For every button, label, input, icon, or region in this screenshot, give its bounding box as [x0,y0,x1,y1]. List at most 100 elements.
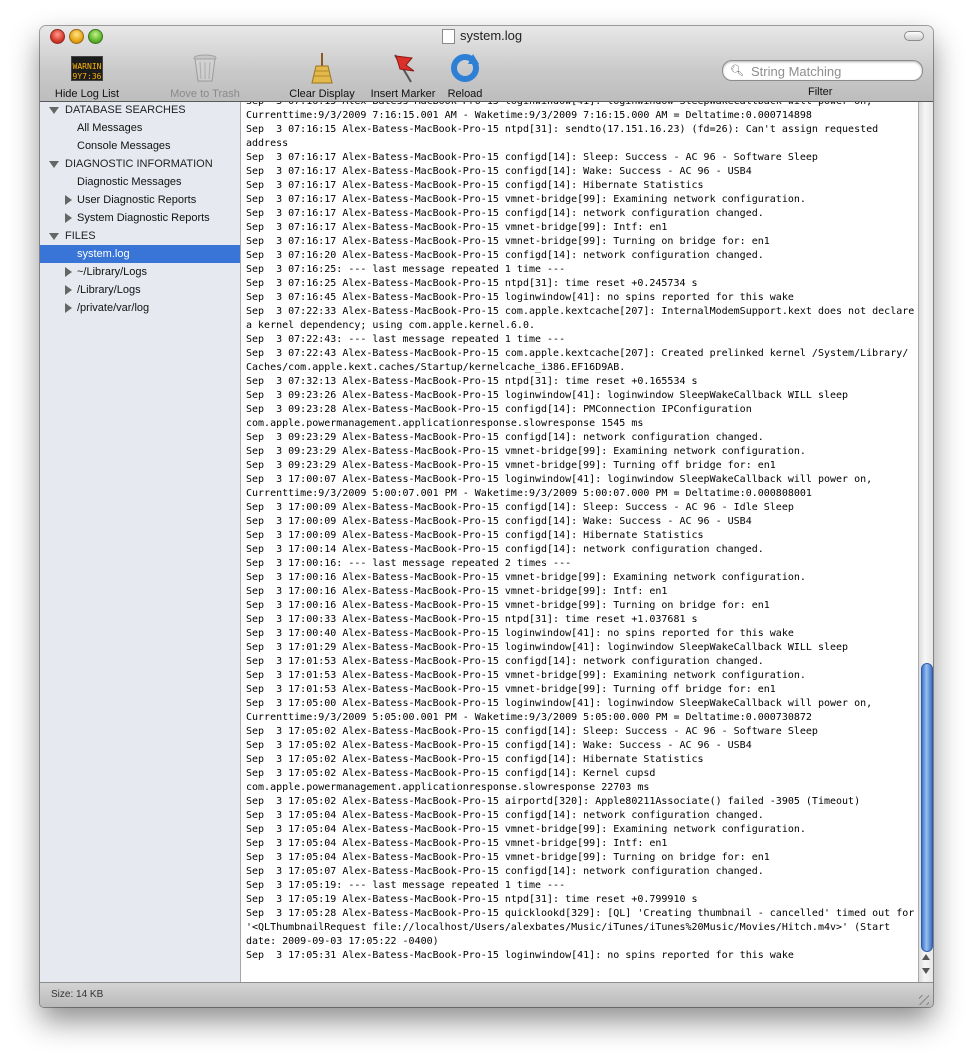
disclosure-down-icon[interactable] [49,106,59,114]
log-line: Sep 3 09:23:29 Alex-Batess-MacBook-Pro-1… [246,460,776,471]
zoom-window-button[interactable] [88,29,103,44]
log-line: Sep 3 17:05:19 Alex-Batess-MacBook-Pro-1… [246,894,698,905]
sidebar-item-library-logs[interactable]: /Library/Logs [40,281,240,299]
sidebar-item-label: User Diagnostic Reports [77,194,197,206]
log-line: Caches/com.apple.kext.caches/Startup/ker… [246,362,626,373]
log-line: Sep 3 07:22:43 Alex-Batess-MacBook-Pro-1… [246,348,909,359]
log-line: Sep 3 17:00:33 Alex-Batess-MacBook-Pro-1… [246,614,698,625]
log-line: Sep 3 17:05:02 Alex-Batess-MacBook-Pro-1… [246,796,861,807]
toolbar: system.log WARNIN 9Y7:36 Hide Log List M… [40,26,933,102]
scrollbar-thumb[interactable] [921,663,933,952]
log-line: Sep 3 07:16:20 Alex-Batess-MacBook-Pro-1… [246,250,764,261]
log-line: com.apple.powermanagement.applicationres… [246,418,644,429]
log-line: Sep 3 17:05:28 Alex-Batess-MacBook-Pro-1… [246,908,915,919]
log-line: Sep 3 17:05:02 Alex-Batess-MacBook-Pro-1… [246,726,818,737]
log-line: Sep 3 17:05:31 Alex-Batess-MacBook-Pro-1… [246,950,794,961]
log-line: Sep 3 17:05:02 Alex-Batess-MacBook-Pro-1… [246,740,752,751]
insert-marker-button[interactable]: Insert Marker [364,52,442,100]
sidebar-item-label: System Diagnostic Reports [77,212,210,224]
resize-grip-icon[interactable] [919,995,929,1005]
log-line: Sep 3 07:22:43: --- last message repeate… [246,334,566,345]
sidebar-item-system-diagnostic-reports[interactable]: System Diagnostic Reports [40,209,240,227]
sidebar-item-user-library-logs[interactable]: ~/Library/Logs [40,263,240,281]
log-line: Sep 3 17:00:16: --- last message repeate… [246,558,572,569]
vertical-scrollbar[interactable] [918,102,933,982]
log-line: Sep 3 17:00:09 Alex-Batess-MacBook-Pro-1… [246,530,704,541]
search-field[interactable]: 🔍︎ [722,60,923,81]
files-header: FILES [65,230,96,242]
log-line: Sep 3 17:05:00 Alex-Batess-MacBook-Pro-1… [246,698,873,709]
insert-marker-label: Insert Marker [370,88,436,100]
sidebar-item-label: /private/var/log [77,302,150,314]
files-group[interactable]: FILES [40,227,240,245]
log-line: Currenttime:9/3/2009 5:05:00.001 PM - Wa… [246,712,812,723]
log-line: Sep 3 17:00:14 Alex-Batess-MacBook-Pro-1… [246,544,764,555]
log-line: Sep 3 07:16:17 Alex-Batess-MacBook-Pro-1… [246,208,764,219]
database-searches-group[interactable]: DATABASE SEARCHES [40,101,240,119]
sidebar-item-label: Console Messages [77,140,171,152]
log-line: Sep 3 09:23:26 Alex-Batess-MacBook-Pro-1… [246,390,849,401]
log-line: Sep 3 07:16:15 Alex-Batess-MacBook-Pro-1… [241,102,918,109]
log-line: Sep 3 17:00:09 Alex-Batess-MacBook-Pro-1… [246,502,794,513]
log-line: Sep 3 07:16:25 Alex-Batess-MacBook-Pro-1… [246,278,698,289]
log-line: Sep 3 09:23:28 Alex-Batess-MacBook-Pro-1… [246,404,752,415]
sidebar-item-system-log[interactable]: system.log [40,245,240,263]
hide-log-list-button[interactable]: WARNIN 9Y7:36 Hide Log List [46,52,128,100]
sidebar-item-console-messages[interactable]: Console Messages [40,137,240,155]
disclosure-right-icon[interactable] [65,285,72,296]
scroll-up-arrow-icon[interactable] [922,954,930,960]
hide-log-list-label: Hide Log List [54,88,120,100]
scroll-down-arrow-icon[interactable] [922,968,930,974]
sidebar-item-diagnostic-messages[interactable]: Diagnostic Messages [40,173,240,191]
sidebar-item-label: /Library/Logs [77,284,141,296]
move-to-trash-label: Move to Trash [170,88,240,100]
log-line: Sep 3 17:00:40 Alex-Batess-MacBook-Pro-1… [246,628,794,639]
diagnostic-information-group[interactable]: DIAGNOSTIC INFORMATION [40,155,240,173]
warning-log-icon: WARNIN 9Y7:36 [71,56,103,81]
log-line: com.apple.powermanagement.applicationres… [246,782,650,793]
disclosure-right-icon[interactable] [65,267,72,278]
log-content-view[interactable]: Sep 3 07:16:15 Alex-Batess-MacBook-Pro-1… [241,102,918,982]
log-line: date: 2009-09-03 17:05:22 -0400) [246,936,439,947]
disclosure-right-icon[interactable] [65,195,72,206]
log-line: Sep 3 17:05:04 Alex-Batess-MacBook-Pro-1… [246,810,764,821]
log-line: Sep 3 07:16:17 Alex-Batess-MacBook-Pro-1… [246,194,806,205]
log-line: Sep 3 07:16:17 Alex-Batess-MacBook-Pro-1… [246,222,668,233]
log-line: Sep 3 17:05:04 Alex-Batess-MacBook-Pro-1… [246,852,770,863]
sidebar-item-user-diagnostic-reports[interactable]: User Diagnostic Reports [40,191,240,209]
toolbar-toggle-button[interactable] [904,31,924,41]
sidebar-item-private-var-log[interactable]: /private/var/log [40,299,240,317]
disclosure-right-icon[interactable] [65,303,72,314]
log-line: Sep 3 17:00:16 Alex-Batess-MacBook-Pro-1… [246,572,806,583]
minimize-window-button[interactable] [69,29,84,44]
filter-label: Filter [808,86,833,98]
log-line: Sep 3 17:05:04 Alex-Batess-MacBook-Pro-1… [246,824,806,835]
log-line: Sep 3 07:16:17 Alex-Batess-MacBook-Pro-1… [246,180,704,191]
search-input[interactable] [749,62,918,80]
disclosure-down-icon[interactable] [49,160,59,168]
log-line: Sep 3 17:01:53 Alex-Batess-MacBook-Pro-1… [246,684,776,695]
log-line: Currenttime:9/3/2009 5:00:07.001 PM - Wa… [246,488,812,499]
log-line: Sep 3 07:16:17 Alex-Batess-MacBook-Pro-1… [246,166,752,177]
log-line: Sep 3 17:05:02 Alex-Batess-MacBook-Pro-1… [246,754,704,765]
log-line: address [246,138,289,149]
log-line: Sep 3 09:23:29 Alex-Batess-MacBook-Pro-1… [246,432,764,443]
flag-icon [394,54,415,83]
log-line: Sep 3 17:05:04 Alex-Batess-MacBook-Pro-1… [246,838,668,849]
move-to-trash-button[interactable]: Move to Trash [162,52,248,100]
document-icon [442,29,455,44]
broom-icon [311,53,333,84]
log-line: Sep 3 17:05:19: --- last message repeate… [246,880,566,891]
search-icon: 🔍︎ [730,65,744,77]
log-line: Sep 3 09:23:29 Alex-Batess-MacBook-Pro-1… [246,446,806,457]
reload-button[interactable]: Reload [444,52,486,100]
sidebar-item-label: system.log [77,248,130,260]
sidebar-item-all-messages[interactable]: All Messages [40,119,240,137]
disclosure-right-icon[interactable] [65,213,72,224]
console-window: system.log WARNIN 9Y7:36 Hide Log List M… [40,26,933,1007]
clear-display-button[interactable]: Clear Display [284,52,360,100]
log-line: Sep 3 17:01:53 Alex-Batess-MacBook-Pro-1… [246,670,806,681]
close-window-button[interactable] [50,29,65,44]
log-line: '<QLThumbnailRequest file://localhost/Us… [246,922,891,933]
disclosure-down-icon[interactable] [49,232,59,240]
